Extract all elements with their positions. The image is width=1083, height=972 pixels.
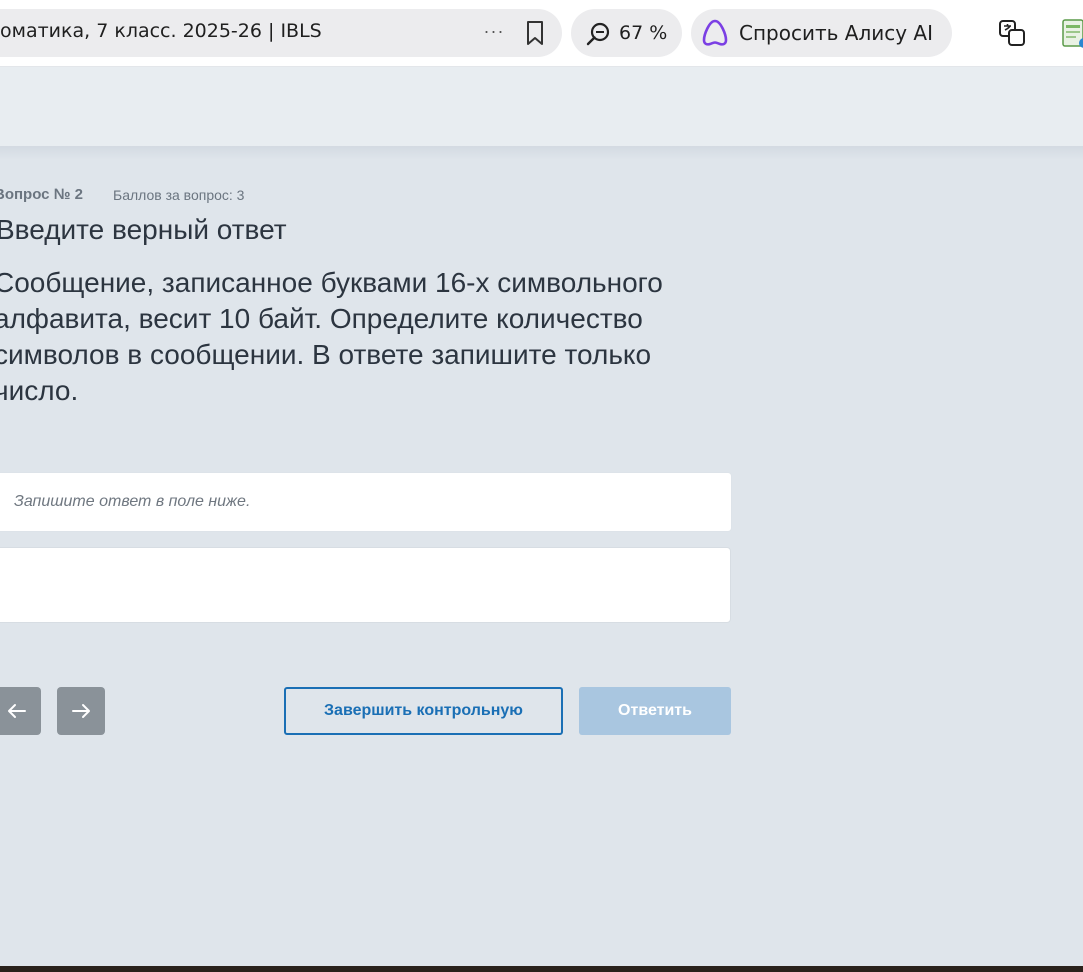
bookmark-icon[interactable] bbox=[522, 19, 548, 47]
bottom-edge bbox=[0, 966, 1083, 972]
answer-hint: Запишите ответ в поле ниже. bbox=[14, 493, 251, 510]
translate-icon[interactable] bbox=[996, 17, 1028, 49]
arrow-right-icon bbox=[72, 704, 90, 718]
more-dots-icon[interactable]: ··· bbox=[480, 20, 508, 46]
ask-alice-button[interactable]: Спросить Алису AI bbox=[691, 9, 952, 57]
ask-alice-label: Спросить Алису AI bbox=[739, 21, 933, 45]
question-text: Сообщение, записанное буквами 16-х симво… bbox=[0, 267, 663, 406]
finish-test-button[interactable]: Завершить контрольную bbox=[284, 687, 563, 735]
page-title[interactable]: оматика, 7 класс. 2025-26 | IBLS bbox=[0, 20, 322, 42]
arrow-left-icon bbox=[8, 704, 26, 718]
extension-icon[interactable] bbox=[1060, 17, 1083, 49]
next-question-button[interactable] bbox=[57, 687, 105, 735]
zoom-button[interactable]: 67 % bbox=[571, 9, 682, 57]
question-number: Вопрос № 2 bbox=[0, 186, 83, 203]
question-type: Введите верный ответ bbox=[0, 214, 287, 245]
answer-hint-box: Запишите ответ в поле ниже. bbox=[0, 472, 732, 532]
question-points: Баллов за вопрос: 3 bbox=[113, 187, 245, 203]
answer-input[interactable] bbox=[0, 547, 731, 623]
zoom-level: 67 % bbox=[619, 22, 668, 44]
zoom-icon bbox=[585, 20, 613, 48]
submit-answer-button[interactable]: Ответить bbox=[579, 687, 731, 735]
prev-question-button[interactable] bbox=[0, 687, 41, 735]
browser-toolbar: оматика, 7 класс. 2025-26 | IBLS ··· 67 … bbox=[0, 0, 1083, 67]
page-header bbox=[0, 67, 1083, 146]
alice-icon bbox=[700, 18, 730, 48]
header-shadow bbox=[0, 146, 1083, 160]
